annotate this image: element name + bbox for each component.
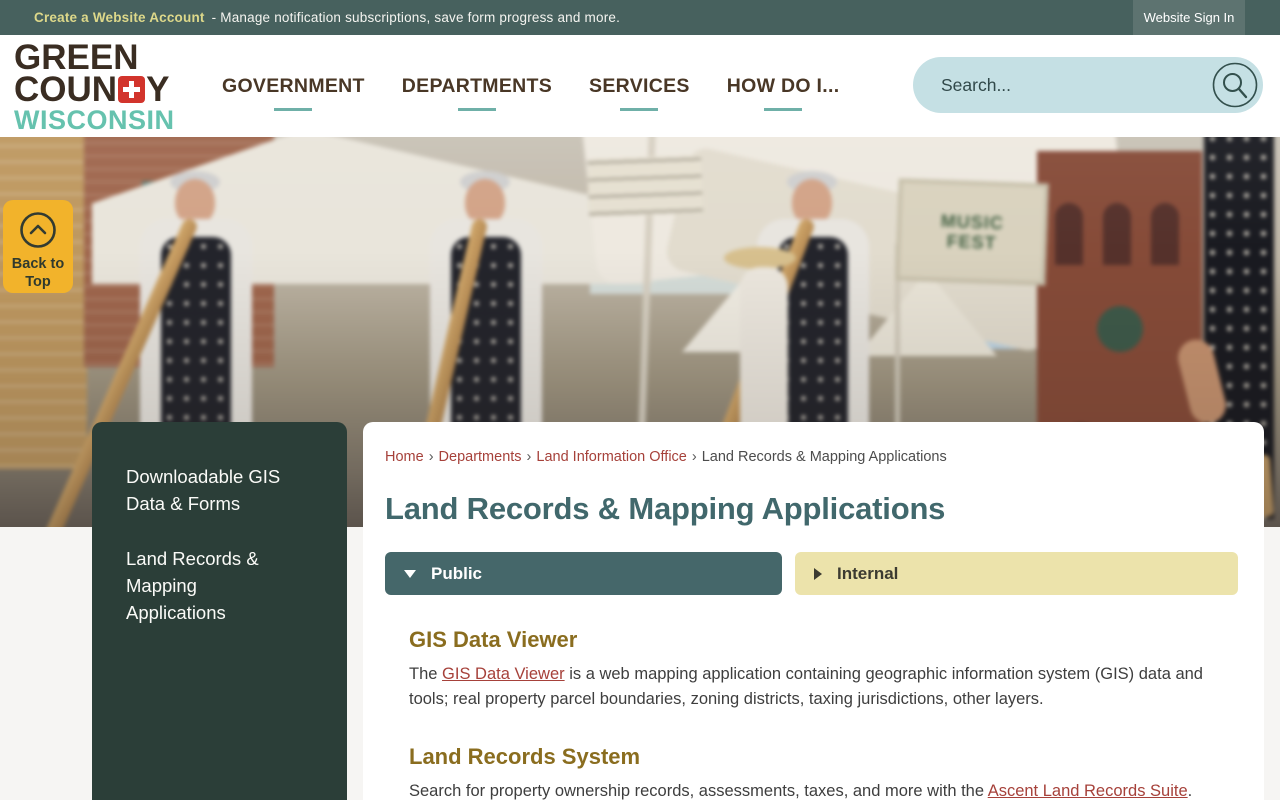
- sidebar-item-downloadable-gis-data-forms[interactable]: Downloadable GIS Data & Forms: [126, 463, 292, 517]
- chevron-up-circle-icon: [19, 211, 57, 252]
- section-gis-data-viewer: GIS Data Viewer The GIS Data Viewer is a…: [409, 627, 1238, 712]
- page-title: Land Records & Mapping Applications: [385, 491, 946, 526]
- gis-data-viewer-link[interactable]: GIS Data Viewer: [442, 665, 565, 683]
- section-paragraph: The GIS Data Viewer is a web mapping app…: [409, 662, 1221, 712]
- section-land-records-system: Land Records System Search for property …: [409, 744, 1238, 800]
- breadcrumb-current-page: Land Records & Mapping Applications: [701, 449, 947, 465]
- search-icon[interactable]: [1212, 62, 1258, 108]
- tab-internal[interactable]: Internal: [795, 552, 1238, 595]
- main-nav: GOVERNMENT DEPARTMENTS SERVICES HOW DO I…: [222, 35, 839, 137]
- logo-county-right: Y: [146, 70, 170, 109]
- text-after-link: .: [1187, 782, 1193, 800]
- breadcrumb-separator: ›: [428, 449, 434, 465]
- logo-county-left: COUN: [14, 70, 118, 109]
- section-paragraph: Search for property ownership records, a…: [409, 779, 1221, 800]
- triangle-right-icon: [814, 567, 822, 580]
- breadcrumb-separator: ›: [526, 449, 532, 465]
- content-card: Home › Departments › Land Information Office…: [363, 422, 1264, 800]
- text-before-link: Search for property ownership records, a…: [409, 782, 988, 800]
- county-logo[interactable]: GREEN COUN Y WISCONSIN: [14, 38, 175, 135]
- website-sign-in-button[interactable]: Website Sign In: [1133, 0, 1245, 35]
- text-before-link: The: [409, 665, 443, 683]
- logo-line-county: COUN Y: [14, 70, 175, 109]
- accordion-tabs: Public Internal: [385, 552, 1238, 595]
- sidebar-item-land-records-mapping-applications[interactable]: Land Records & Mapping Applications: [126, 545, 292, 626]
- section-sidebar: Downloadable GIS Data & Forms Land Recor…: [92, 422, 347, 800]
- nav-item-how-do-i[interactable]: HOW DO I...: [727, 75, 840, 98]
- tab-internal-label: Internal: [837, 563, 899, 583]
- site-header: GREEN COUN Y WISCONSIN GOVERNMENT DEPART…: [0, 35, 1280, 137]
- search-input[interactable]: [941, 57, 1181, 113]
- top-utility-bar: Create a Website Account - Manage notific…: [0, 0, 1280, 35]
- back-to-top-button[interactable]: Back to Top: [3, 200, 73, 293]
- account-promo-text: Create a Website Account - Manage notific…: [34, 10, 620, 25]
- public-sections: GIS Data Viewer The GIS Data Viewer is a…: [385, 627, 1238, 800]
- section-heading: GIS Data Viewer: [409, 627, 578, 652]
- create-account-link[interactable]: Create a Website Account: [34, 10, 205, 25]
- nav-item-services[interactable]: SERVICES: [589, 75, 690, 98]
- section-heading: Land Records System: [409, 744, 641, 769]
- logo-line-green: GREEN: [14, 38, 139, 77]
- tab-public[interactable]: Public: [385, 552, 782, 595]
- breadcrumb-separator: ›: [691, 449, 697, 465]
- nav-item-government[interactable]: GOVERNMENT: [222, 75, 365, 98]
- nav-item-departments[interactable]: DEPARTMENTS: [402, 75, 552, 98]
- tab-public-label: Public: [431, 563, 483, 583]
- account-tagline: - Manage notification subscriptions, sav…: [211, 10, 621, 25]
- page: Create a Website Account - Manage notific…: [0, 0, 1280, 800]
- search-bar: [913, 57, 1263, 113]
- ascent-land-records-suite-link[interactable]: Ascent Land Records Suite: [988, 782, 1188, 800]
- logo-line-wisconsin: WISCONSIN: [14, 105, 175, 135]
- breadcrumb-departments[interactable]: Departments: [439, 449, 522, 465]
- swiss-cross-icon: [118, 76, 146, 103]
- back-to-top-label: Back to Top: [11, 256, 65, 290]
- breadcrumb-home[interactable]: Home: [385, 449, 424, 465]
- lower-region: Downloadable GIS Data & Forms Land Recor…: [0, 422, 1280, 800]
- breadcrumb: Home › Departments › Land Information Office…: [385, 449, 1238, 465]
- triangle-down-icon: [404, 569, 416, 578]
- breadcrumb-land-information-office[interactable]: Land Information Office: [536, 449, 686, 465]
